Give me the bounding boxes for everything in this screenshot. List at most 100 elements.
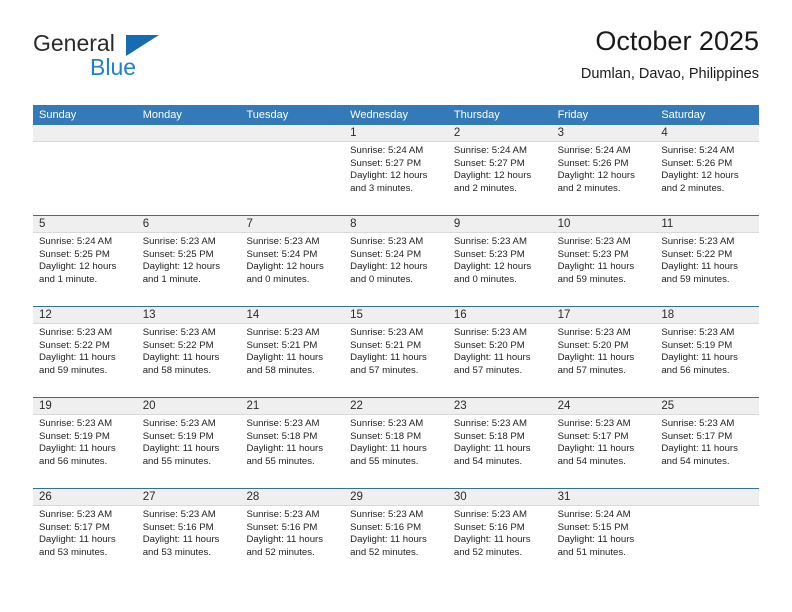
calendar-day-cell[interactable]: 17 Sunrise: 5:23 AM Sunset: 5:20 PM Dayligh… xyxy=(551,307,656,397)
day-number-strip: 29 xyxy=(344,489,448,506)
weekday-header-sunday: Sunday xyxy=(39,109,77,121)
day-number-strip xyxy=(655,489,760,506)
daylight-text-line2: and 1 minute. xyxy=(39,273,98,285)
daylight-text-line2: and 59 minutes. xyxy=(661,273,730,285)
sunset-text: Sunset: 5:17 PM xyxy=(557,430,629,442)
day-number-strip: 24 xyxy=(551,398,656,415)
calendar-day-cell[interactable]: 21 Sunrise: 5:23 AM Sunset: 5:18 PM Dayligh… xyxy=(240,398,345,488)
calendar-day-cell[interactable]: 15 Sunrise: 5:23 AM Sunset: 5:21 PM Dayligh… xyxy=(344,307,448,397)
day-number: 15 xyxy=(350,309,363,321)
day-number: 2 xyxy=(453,127,461,139)
daylight-text-line2: and 2 minutes. xyxy=(453,182,517,194)
sunset-text: Sunset: 5:18 PM xyxy=(453,430,525,442)
day-details: Sunrise: 5:23 AM Sunset: 5:23 PM Daylight:… xyxy=(552,233,656,286)
calendar-day-cell[interactable]: 5 Sunrise: 5:24 AM Sunset: 5:25 PM Daylight… xyxy=(33,216,137,306)
calendar-day-cell[interactable]: 24 Sunrise: 5:23 AM Sunset: 5:17 PM Dayligh… xyxy=(551,398,656,488)
day-number: 24 xyxy=(557,400,571,412)
sunset-text: Sunset: 5:24 PM xyxy=(246,248,318,260)
calendar-day-cell[interactable]: 28 Sunrise: 5:23 AM Sunset: 5:16 PM Dayligh… xyxy=(240,489,345,579)
sunrise-text: Sunrise: 5:23 AM xyxy=(39,418,113,429)
daylight-text-line1: Daylight: 11 hours xyxy=(39,534,116,546)
day-number-strip: 21 xyxy=(240,398,345,415)
sunset-text: Sunset: 5:20 PM xyxy=(453,339,525,351)
daylight-text-line1: Daylight: 11 hours xyxy=(661,443,738,455)
sunrise-text: Sunrise: 5:23 AM xyxy=(350,509,424,520)
day-number: 5 xyxy=(39,218,46,230)
calendar-day-cell[interactable]: 16 Sunrise: 5:23 AM Sunset: 5:20 PM Dayligh… xyxy=(447,307,552,397)
daylight-text-line1: Daylight: 11 hours xyxy=(246,352,324,364)
day-number: 19 xyxy=(39,400,52,412)
calendar-day-cell[interactable]: 26 Sunrise: 5:23 AM Sunset: 5:17 PM Dayligh… xyxy=(33,489,137,579)
day-details: Sunrise: 5:23 AM Sunset: 5:18 PM Daylight:… xyxy=(240,415,344,468)
day-number-strip: 8 xyxy=(344,216,448,233)
calendar-day-cell[interactable]: 1 Sunrise: 5:24 AM Sunset: 5:27 PM Daylight… xyxy=(344,125,448,215)
general-blue-logo[interactable]: General Blue xyxy=(33,30,253,88)
day-details: Sunrise: 5:23 AM Sunset: 5:19 PM Daylight:… xyxy=(33,415,137,468)
calendar-day-cell[interactable]: 19 Sunrise: 5:23 AM Sunset: 5:19 PM Dayligh… xyxy=(33,398,137,488)
sunrise-text: Sunrise: 5:23 AM xyxy=(142,327,216,338)
calendar-day-cell[interactable]: 11 Sunrise: 5:23 AM Sunset: 5:22 PM Dayligh… xyxy=(655,216,760,306)
day-number-strip: 25 xyxy=(655,398,760,415)
day-details: Sunrise: 5:23 AM Sunset: 5:17 PM Daylight:… xyxy=(655,415,759,468)
calendar-day-cell[interactable]: 10 Sunrise: 5:23 AM Sunset: 5:23 PM Dayligh… xyxy=(551,216,656,306)
day-number: 8 xyxy=(350,218,357,230)
day-details: Sunrise: 5:23 AM Sunset: 5:19 PM Daylight:… xyxy=(137,415,241,468)
calendar-day-cell[interactable]: 6 Sunrise: 5:23 AM Sunset: 5:25 PM Daylight… xyxy=(136,216,241,306)
weekday-header-wednesday: Wednesday xyxy=(350,109,409,121)
day-details: Sunrise: 5:23 AM Sunset: 5:18 PM Daylight:… xyxy=(344,415,448,468)
day-number-strip xyxy=(136,125,241,142)
sunrise-text: Sunrise: 5:23 AM xyxy=(661,418,735,429)
daylight-text-line1: Daylight: 11 hours xyxy=(350,534,427,546)
calendar-day-cell[interactable]: 13 Sunrise: 5:23 AM Sunset: 5:22 PM Dayligh… xyxy=(136,307,241,397)
calendar-day-cell[interactable]: 2 Sunrise: 5:24 AM Sunset: 5:27 PM Daylight… xyxy=(447,125,552,215)
sunrise-text: Sunrise: 5:23 AM xyxy=(557,236,631,247)
calendar-day-cell[interactable]: 3 Sunrise: 5:24 AM Sunset: 5:26 PM Daylight… xyxy=(551,125,656,215)
page-subtitle: Dumlan, Davao, Philippines xyxy=(580,66,759,82)
sunset-text: Sunset: 5:18 PM xyxy=(350,430,422,442)
day-number-strip: 7 xyxy=(240,216,345,233)
sunset-text: Sunset: 5:16 PM xyxy=(350,521,422,533)
daylight-text-line1: Daylight: 11 hours xyxy=(557,261,635,273)
sunset-text: Sunset: 5:16 PM xyxy=(142,521,214,533)
sunset-text: Sunset: 5:23 PM xyxy=(557,248,629,260)
calendar-day-cell[interactable]: 27 Sunrise: 5:23 AM Sunset: 5:16 PM Dayligh… xyxy=(136,489,241,579)
day-details: Sunrise: 5:24 AM Sunset: 5:15 PM Daylight:… xyxy=(552,506,656,559)
calendar-day-cell[interactable]: 4 Sunrise: 5:24 AM Sunset: 5:26 PM Daylight… xyxy=(655,125,760,215)
calendar-day-cell[interactable]: 18 Sunrise: 5:23 AM Sunset: 5:19 PM Dayligh… xyxy=(655,307,760,397)
sunrise-text: Sunrise: 5:23 AM xyxy=(557,327,631,338)
calendar-day-cell[interactable]: 29 Sunrise: 5:23 AM Sunset: 5:16 PM Dayligh… xyxy=(344,489,448,579)
sunrise-text: Sunrise: 5:23 AM xyxy=(350,236,424,247)
day-number: 4 xyxy=(661,127,668,139)
day-number: 6 xyxy=(142,218,150,230)
daylight-text-line2: and 59 minutes. xyxy=(557,273,626,285)
day-details: Sunrise: 5:23 AM Sunset: 5:24 PM Daylight:… xyxy=(240,233,344,286)
daylight-text-line1: Daylight: 11 hours xyxy=(142,443,220,455)
day-number: 16 xyxy=(453,309,467,321)
daylight-text-line2: and 58 minutes. xyxy=(246,364,315,376)
daylight-text-line2: and 58 minutes. xyxy=(142,364,211,376)
sunrise-text: Sunrise: 5:23 AM xyxy=(350,418,424,429)
calendar-day-cell[interactable]: 22 Sunrise: 5:23 AM Sunset: 5:18 PM Dayligh… xyxy=(344,398,448,488)
day-number: 29 xyxy=(350,491,363,503)
sunrise-text: Sunrise: 5:23 AM xyxy=(453,418,527,429)
calendar-day-cell[interactable]: 31 Sunrise: 5:24 AM Sunset: 5:15 PM Dayligh… xyxy=(551,489,656,579)
calendar-day-cell[interactable]: 9 Sunrise: 5:23 AM Sunset: 5:23 PM Daylight… xyxy=(447,216,552,306)
calendar-day-cell[interactable]: 12 Sunrise: 5:23 AM Sunset: 5:22 PM Dayligh… xyxy=(33,307,137,397)
calendar-day-cell[interactable]: 8 Sunrise: 5:23 AM Sunset: 5:24 PM Daylight… xyxy=(344,216,448,306)
daylight-text-line2: and 54 minutes. xyxy=(453,455,523,467)
daylight-text-line1: Daylight: 11 hours xyxy=(246,534,324,546)
day-number: 17 xyxy=(557,309,571,321)
calendar-day-cell[interactable]: 30 Sunrise: 5:23 AM Sunset: 5:16 PM Dayligh… xyxy=(447,489,552,579)
calendar-day-cell[interactable]: 23 Sunrise: 5:23 AM Sunset: 5:18 PM Dayligh… xyxy=(447,398,552,488)
day-number: 27 xyxy=(142,491,156,503)
calendar-day-cell[interactable]: 20 Sunrise: 5:23 AM Sunset: 5:19 PM Dayligh… xyxy=(136,398,241,488)
calendar-day-cell[interactable]: 25 Sunrise: 5:23 AM Sunset: 5:17 PM Dayligh… xyxy=(655,398,760,488)
weekday-header-monday: Monday xyxy=(142,109,182,121)
daylight-text-line1: Daylight: 11 hours xyxy=(453,443,531,455)
calendar-day-cell[interactable]: 14 Sunrise: 5:23 AM Sunset: 5:21 PM Dayligh… xyxy=(240,307,345,397)
daylight-text-line1: Daylight: 12 hours xyxy=(142,261,221,273)
day-number: 21 xyxy=(246,400,260,412)
calendar-day-cell[interactable]: 7 Sunrise: 5:23 AM Sunset: 5:24 PM Daylight… xyxy=(240,216,345,306)
sunrise-text: Sunrise: 5:23 AM xyxy=(246,418,320,429)
day-number-strip: 23 xyxy=(447,398,552,415)
